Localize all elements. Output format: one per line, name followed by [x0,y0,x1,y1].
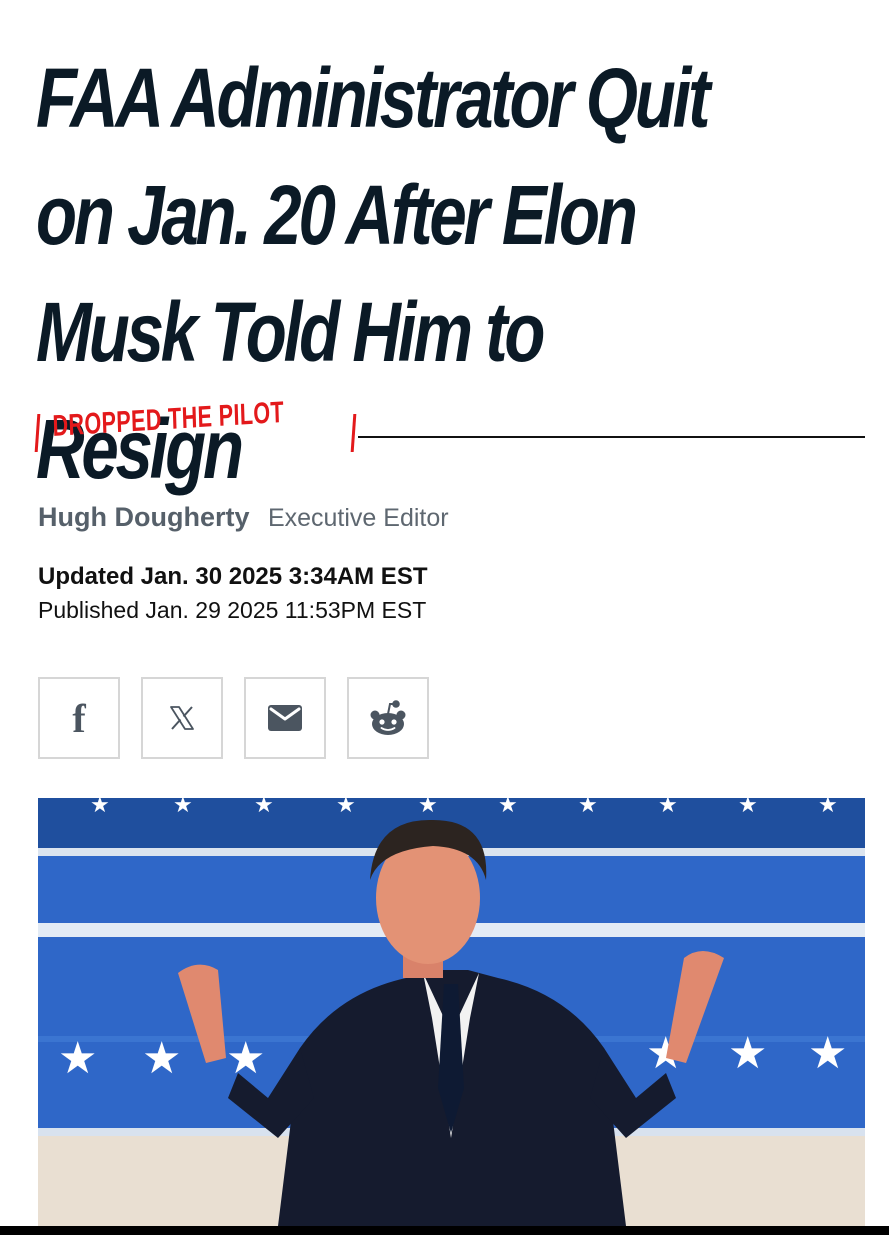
svg-text:★: ★ [818,798,838,818]
svg-text:★: ★ [142,1033,181,1084]
x-icon [170,706,194,730]
published-timestamp: Published Jan. 29 2025 11:53PM EST [38,597,427,623]
svg-text:★: ★ [808,1028,847,1079]
byline: Hugh Dougherty Executive Editor [38,502,449,533]
hero-photo: ★ ★ ★ ★ ★ ★ ★ ★ ★ ★ ★ ★ ★ ★ ★ ★ [38,798,865,1226]
svg-text:★: ★ [578,798,598,818]
reddit-icon [370,700,406,735]
facebook-icon: f [72,695,86,741]
mail-icon [268,705,302,731]
svg-text:★: ★ [658,798,678,818]
author-role: Executive Editor [267,504,449,532]
share-reddit-button[interactable] [347,677,429,759]
svg-text:★: ★ [254,798,274,818]
svg-text:★: ★ [58,1033,97,1084]
svg-text:★: ★ [90,798,110,818]
updated-timestamp: Updated Jan. 30 2025 3:34AM EST [38,563,428,590]
svg-text:★: ★ [738,798,758,818]
kicker-right-bar [350,414,357,452]
svg-text:★: ★ [226,1033,265,1084]
author-name[interactable]: Hugh Dougherty [38,502,249,532]
svg-text:★: ★ [498,798,518,818]
share-facebook-button[interactable]: f [38,677,120,759]
svg-text:★: ★ [418,798,438,818]
article-kicker: DROPPED THE PILOT [34,396,865,464]
kicker-divider [358,436,865,438]
svg-text:★: ★ [728,1028,767,1079]
svg-text:★: ★ [336,798,356,818]
hero-image: ★ ★ ★ ★ ★ ★ ★ ★ ★ ★ ★ ★ ★ ★ ★ ★ [38,798,865,1226]
kicker-left-bar [34,414,41,452]
share-email-button[interactable] [244,677,326,759]
svg-text:★: ★ [173,798,193,818]
share-x-button[interactable] [141,677,223,759]
bottom-edge [0,1226,889,1235]
